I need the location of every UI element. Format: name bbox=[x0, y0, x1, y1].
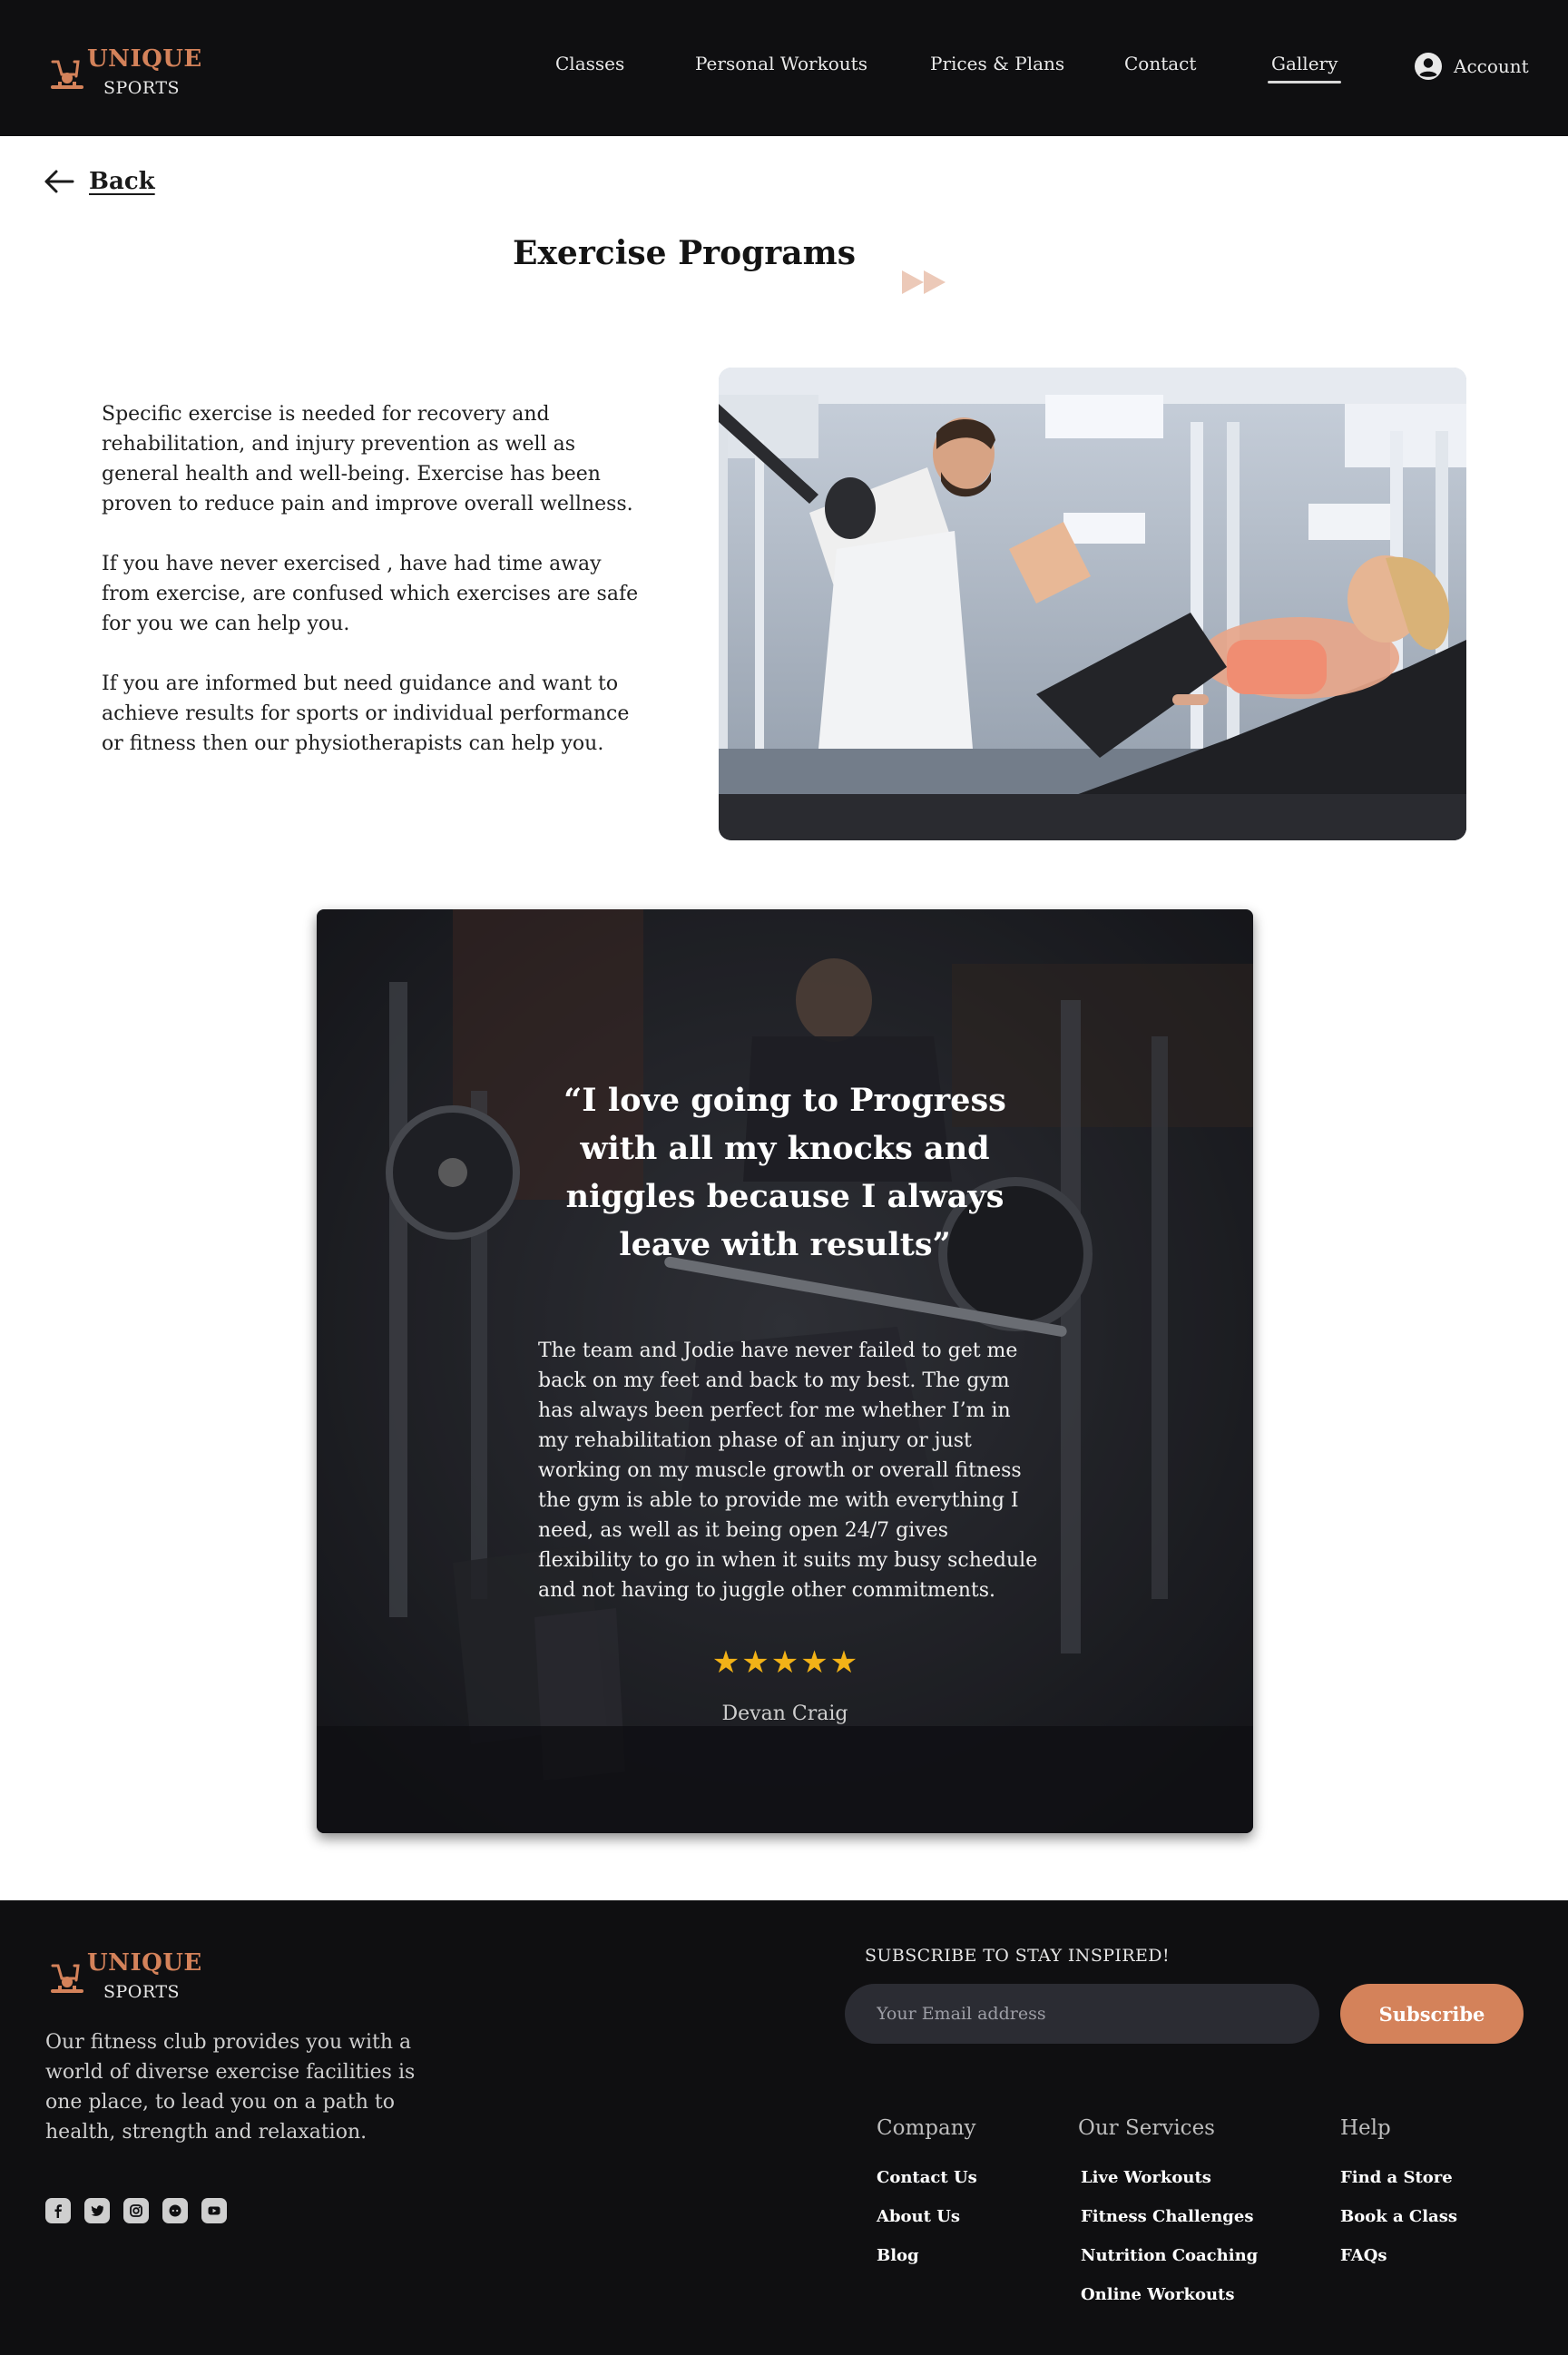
main-nav: Classes Personal Workouts Prices & Plans… bbox=[0, 0, 1568, 136]
star-icon: ★ bbox=[770, 1644, 799, 1681]
arrow-left-icon bbox=[44, 170, 74, 193]
footer-column-heading: Company bbox=[877, 2116, 976, 2140]
social-links bbox=[45, 2198, 240, 2223]
footer-link-about-us[interactable]: About Us bbox=[877, 2197, 977, 2236]
physio-session-image bbox=[719, 368, 1466, 840]
nav-gallery[interactable]: Gallery bbox=[1267, 53, 1342, 83]
footer-description: Our fitness club provides you with a wor… bbox=[45, 2031, 416, 2144]
footer-link-contact-us[interactable]: Contact Us bbox=[877, 2158, 977, 2197]
footer-link-find-a-store[interactable]: Find a Store bbox=[1340, 2158, 1457, 2197]
intro-text: Specific exercise is needed for recovery… bbox=[102, 399, 655, 789]
user-circle-icon bbox=[1415, 53, 1442, 80]
page-title-text: Exercise Programs bbox=[513, 234, 856, 272]
intro-paragraph: Specific exercise is needed for recovery… bbox=[102, 403, 633, 515]
footer-link-blog[interactable]: Blog bbox=[877, 2236, 977, 2275]
footer-link-fitness-challenges[interactable]: Fitness Challenges bbox=[1081, 2197, 1258, 2236]
testimonial-quote: “I love going to Progress with all my kn… bbox=[564, 1082, 1006, 1263]
footer-column-heading: Help bbox=[1340, 2116, 1391, 2140]
nav-personal-workouts[interactable]: Personal Workouts bbox=[695, 53, 867, 74]
discord-icon[interactable] bbox=[162, 2198, 188, 2223]
nav-classes[interactable]: Classes bbox=[555, 53, 624, 74]
instagram-icon[interactable] bbox=[123, 2198, 149, 2223]
footer-brand-logo[interactable]: UNIQUE SPORTS bbox=[47, 1949, 211, 2004]
back-label: Back bbox=[89, 168, 155, 195]
nav-contact[interactable]: Contact bbox=[1124, 53, 1196, 74]
back-link[interactable]: Back bbox=[44, 163, 155, 200]
footer-link-faqs[interactable]: FAQs bbox=[1340, 2236, 1457, 2275]
footer-column-heading: Our Services bbox=[1078, 2116, 1215, 2140]
footer-link-online-workouts[interactable]: Online Workouts bbox=[1081, 2275, 1258, 2314]
physio-session-photo bbox=[719, 368, 1466, 840]
email-field[interactable] bbox=[845, 1984, 1319, 2044]
intro-paragraph: If you have never exercised , have had t… bbox=[102, 553, 639, 635]
star-icon: ★ bbox=[741, 1644, 769, 1681]
account-link[interactable]: Account bbox=[1414, 51, 1529, 82]
brand-name-line1: UNIQUE bbox=[87, 1949, 202, 1977]
testimonial-body: The team and Jodie have never failed to … bbox=[538, 1339, 1038, 1602]
fast-forward-icon bbox=[902, 270, 946, 294]
subscribe-button[interactable]: Subscribe bbox=[1340, 1984, 1524, 2044]
page-title: Exercise Programs bbox=[0, 234, 1568, 272]
footer-link-book-a-class[interactable]: Book a Class bbox=[1340, 2197, 1457, 2236]
intro-paragraph: If you are informed but need guidance an… bbox=[102, 672, 630, 755]
nav-prices-plans[interactable]: Prices & Plans bbox=[930, 53, 1064, 74]
footer-link-nutrition-coaching[interactable]: Nutrition Coaching bbox=[1081, 2236, 1258, 2275]
site-header: UNIQUE SPORTS Classes Personal Workouts … bbox=[0, 0, 1568, 136]
footer-link-live-workouts[interactable]: Live Workouts bbox=[1081, 2158, 1258, 2197]
star-icon: ★ bbox=[800, 1644, 828, 1681]
reviewer-name: Devan Craig bbox=[721, 1702, 848, 1725]
twitter-icon[interactable] bbox=[84, 2198, 110, 2223]
footer-column-company: Company Contact Us About Us Blog bbox=[877, 2116, 977, 2275]
star-icon: ★ bbox=[711, 1644, 740, 1681]
facebook-icon[interactable] bbox=[45, 2198, 71, 2223]
star-icon: ★ bbox=[829, 1644, 858, 1681]
testimonial-card: “I love going to Progress with all my kn… bbox=[317, 909, 1253, 1833]
star-rating: ★★★★★ bbox=[317, 1644, 1253, 1681]
subscribe-title: SUBSCRIBE TO STAY INSPIRED! bbox=[865, 1946, 1170, 1966]
exercise-bike-icon bbox=[51, 1964, 83, 1993]
brand-name-line2: SPORTS bbox=[103, 1982, 181, 2002]
account-label: Account bbox=[1454, 55, 1529, 77]
youtube-icon[interactable] bbox=[201, 2198, 227, 2223]
footer-column-our-services: Our Services Live Workouts Fitness Chall… bbox=[1078, 2116, 1258, 2314]
footer-column-help: Help Find a Store Book a Class FAQs bbox=[1340, 2116, 1457, 2275]
site-footer: UNIQUE SPORTS Our fitness club provides … bbox=[0, 1900, 1568, 2355]
